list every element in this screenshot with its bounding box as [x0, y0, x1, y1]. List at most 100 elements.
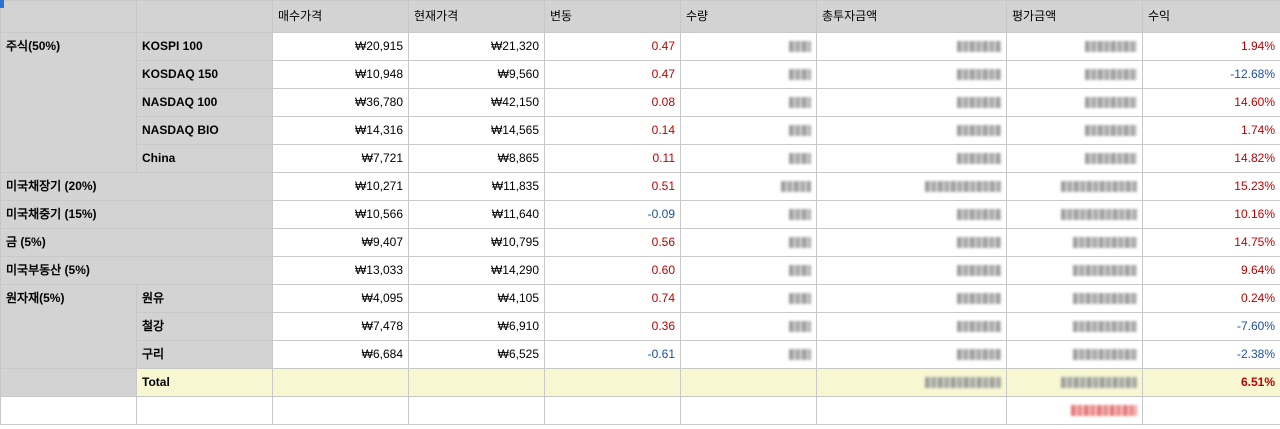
- current-price-cell[interactable]: ₩10,795: [408, 228, 545, 257]
- empty-cell[interactable]: [0, 396, 137, 425]
- buy-price-cell[interactable]: ₩6,684: [272, 340, 409, 369]
- current-price-cell[interactable]: ₩4,105: [408, 284, 545, 313]
- evaluation-cell[interactable]: [1006, 256, 1143, 285]
- evaluation-cell[interactable]: [1006, 88, 1143, 117]
- empty-cell[interactable]: [272, 396, 409, 425]
- total-investment-cell[interactable]: [816, 228, 1007, 257]
- total-investment-cell[interactable]: [816, 284, 1007, 313]
- total-current-cell[interactable]: [408, 368, 545, 397]
- quantity-cell[interactable]: [680, 60, 817, 89]
- return-cell[interactable]: -12.68%: [1142, 60, 1280, 89]
- change-cell[interactable]: -0.09: [544, 200, 681, 229]
- buy-price-cell[interactable]: ₩14,316: [272, 116, 409, 145]
- return-cell[interactable]: 14.75%: [1142, 228, 1280, 257]
- empty-cell[interactable]: [1142, 396, 1280, 425]
- buy-price-cell[interactable]: ₩20,915: [272, 32, 409, 61]
- header-blank-a[interactable]: [0, 0, 137, 33]
- evaluation-cell[interactable]: [1006, 144, 1143, 173]
- row-name[interactable]: NASDAQ 100: [136, 88, 273, 117]
- evaluation-cell[interactable]: [1006, 172, 1143, 201]
- total-investment-cell[interactable]: [816, 256, 1007, 285]
- total-lead-cell[interactable]: [0, 368, 137, 397]
- row-name[interactable]: KOSDAQ 150: [136, 60, 273, 89]
- current-price-cell[interactable]: ₩14,290: [408, 256, 545, 285]
- quantity-cell[interactable]: [680, 256, 817, 285]
- group-us-mid-bond[interactable]: 미국채중기 (15%): [0, 200, 273, 229]
- total-return[interactable]: 6.51%: [1142, 368, 1280, 397]
- change-cell[interactable]: 0.60: [544, 256, 681, 285]
- total-investment-cell[interactable]: [816, 172, 1007, 201]
- header-evaluation-amount[interactable]: 평가금액: [1006, 0, 1143, 33]
- empty-cell[interactable]: [544, 396, 681, 425]
- return-cell[interactable]: 1.94%: [1142, 32, 1280, 61]
- quantity-cell[interactable]: [680, 312, 817, 341]
- quantity-cell[interactable]: [680, 284, 817, 313]
- current-price-cell[interactable]: ₩11,835: [408, 172, 545, 201]
- total-investment-cell[interactable]: [816, 144, 1007, 173]
- total-evaluation-cell[interactable]: [1006, 368, 1143, 397]
- evaluation-cell[interactable]: [1006, 116, 1143, 145]
- change-cell[interactable]: 0.51: [544, 172, 681, 201]
- return-cell[interactable]: 14.60%: [1142, 88, 1280, 117]
- quantity-cell[interactable]: [680, 116, 817, 145]
- empty-cell[interactable]: [816, 396, 1007, 425]
- row-name[interactable]: KOSPI 100: [136, 32, 273, 61]
- total-buy-cell[interactable]: [272, 368, 409, 397]
- row-name[interactable]: 구리: [136, 340, 273, 369]
- change-cell[interactable]: 0.56: [544, 228, 681, 257]
- buy-price-cell[interactable]: ₩7,478: [272, 312, 409, 341]
- current-price-cell[interactable]: ₩6,910: [408, 312, 545, 341]
- return-cell[interactable]: 0.24%: [1142, 284, 1280, 313]
- return-cell[interactable]: -2.38%: [1142, 340, 1280, 369]
- evaluation-cell[interactable]: [1006, 32, 1143, 61]
- header-blank-b[interactable]: [136, 0, 273, 33]
- header-quantity[interactable]: 수량: [680, 0, 817, 33]
- evaluation-cell[interactable]: [1006, 60, 1143, 89]
- change-cell[interactable]: 0.36: [544, 312, 681, 341]
- quantity-cell[interactable]: [680, 200, 817, 229]
- quantity-cell[interactable]: [680, 88, 817, 117]
- current-price-cell[interactable]: ₩14,565: [408, 116, 545, 145]
- group-stocks[interactable]: 주식(50%): [0, 32, 137, 173]
- change-cell[interactable]: 0.08: [544, 88, 681, 117]
- group-commodities[interactable]: 원자재(5%): [0, 284, 137, 369]
- total-label[interactable]: Total: [136, 368, 273, 397]
- total-investment-cell[interactable]: [816, 340, 1007, 369]
- change-cell[interactable]: 0.11: [544, 144, 681, 173]
- total-investment-cell[interactable]: [816, 368, 1007, 397]
- header-return[interactable]: 수익: [1142, 0, 1280, 33]
- current-price-cell[interactable]: ₩11,640: [408, 200, 545, 229]
- header-current-price[interactable]: 현재가격: [408, 0, 545, 33]
- row-name[interactable]: 원유: [136, 284, 273, 313]
- header-change[interactable]: 변동: [544, 0, 681, 33]
- total-investment-cell[interactable]: [816, 32, 1007, 61]
- change-cell[interactable]: 0.47: [544, 60, 681, 89]
- total-investment-cell[interactable]: [816, 312, 1007, 341]
- header-buy-price[interactable]: 매수가격: [272, 0, 409, 33]
- change-cell[interactable]: -0.61: [544, 340, 681, 369]
- total-change-cell[interactable]: [544, 368, 681, 397]
- change-cell[interactable]: 0.74: [544, 284, 681, 313]
- row-name[interactable]: NASDAQ BIO: [136, 116, 273, 145]
- buy-price-cell[interactable]: ₩13,033: [272, 256, 409, 285]
- buy-price-cell[interactable]: ₩7,721: [272, 144, 409, 173]
- profit-cell[interactable]: [1006, 396, 1143, 425]
- buy-price-cell[interactable]: ₩4,095: [272, 284, 409, 313]
- return-cell[interactable]: 1.74%: [1142, 116, 1280, 145]
- quantity-cell[interactable]: [680, 340, 817, 369]
- empty-cell[interactable]: [408, 396, 545, 425]
- quantity-cell[interactable]: [680, 228, 817, 257]
- current-price-cell[interactable]: ₩42,150: [408, 88, 545, 117]
- current-price-cell[interactable]: ₩9,560: [408, 60, 545, 89]
- quantity-cell[interactable]: [680, 172, 817, 201]
- row-name[interactable]: 철강: [136, 312, 273, 341]
- buy-price-cell[interactable]: ₩10,566: [272, 200, 409, 229]
- buy-price-cell[interactable]: ₩36,780: [272, 88, 409, 117]
- change-cell[interactable]: 0.47: [544, 32, 681, 61]
- total-investment-cell[interactable]: [816, 88, 1007, 117]
- quantity-cell[interactable]: [680, 32, 817, 61]
- evaluation-cell[interactable]: [1006, 200, 1143, 229]
- total-investment-cell[interactable]: [816, 60, 1007, 89]
- group-gold[interactable]: 금 (5%): [0, 228, 273, 257]
- total-investment-cell[interactable]: [816, 200, 1007, 229]
